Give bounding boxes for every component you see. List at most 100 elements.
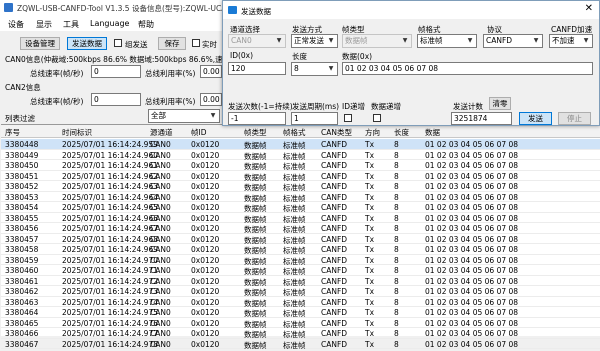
close-icon[interactable]: ✕ <box>585 3 593 14</box>
dialog-title-bar[interactable]: 发送数据 ✕ <box>223 1 599 19</box>
cell-can-type: CANFD <box>321 266 348 275</box>
col-header-index[interactable]: 序号 <box>5 127 20 138</box>
cell-can-type: CANFD <box>321 213 348 223</box>
menu-display[interactable]: 显示 <box>36 19 52 30</box>
table-row[interactable]: 3380459 2025/07/01 16:14:24.970 CAN0 0x0120… <box>1 255 600 266</box>
data-field[interactable]: 01 02 03 04 05 06 07 08 <box>342 62 593 75</box>
cell-frame-id: 0x0120 <box>191 266 220 275</box>
table-row[interactable]: 3380457 2025/07/01 16:14:24.968 CAN0 0x0120… <box>1 234 600 245</box>
menu-language[interactable]: Language <box>90 19 129 28</box>
menu-help[interactable]: 帮助 <box>138 19 154 30</box>
cell-can-type: CANFD <box>321 150 348 160</box>
table-row[interactable]: 3380458 2025/07/01 16:14:24.969 CAN0 0x0120… <box>1 244 600 255</box>
can2-info: CAN2信息 <box>5 83 41 92</box>
length-label: 长度 <box>292 52 307 61</box>
table-row[interactable]: 3380448 2025/07/01 16:14:24.959 CAN0 0x0120… <box>1 139 600 150</box>
table-row[interactable]: 3380455 2025/07/01 16:14:24.966 CAN0 0x0120… <box>1 213 600 224</box>
cell-direction: Tx <box>365 276 375 286</box>
table-row[interactable]: 3380464 2025/07/01 16:14:24.975 CAN0 0x0120… <box>1 307 600 318</box>
col-header-direction[interactable]: 方向 <box>365 127 380 138</box>
col-header-frame-format[interactable]: 帧格式 <box>283 127 306 138</box>
data-increment-checkbox[interactable] <box>373 114 381 122</box>
realtime-checkbox[interactable] <box>192 39 200 47</box>
filter-select[interactable]: 全部 ▼ <box>148 109 220 123</box>
cell-index: 3380465 <box>5 318 39 328</box>
id-field[interactable]: 120 <box>228 62 286 75</box>
protocol-select-value: CANFD <box>486 36 513 45</box>
cell-can-type: CANFD <box>321 308 348 317</box>
cell-time: 2025/07/01 16:14:24.970 <box>62 255 158 265</box>
col-header-data[interactable]: 数据 <box>425 127 440 138</box>
table-row[interactable]: 3380452 2025/07/01 16:14:24.963 CAN0 0x0120… <box>1 181 600 192</box>
cell-data: 01 02 03 04 05 06 07 08 <box>425 318 519 328</box>
table-row[interactable]: 3380449 2025/07/01 16:14:24.960 CAN0 0x0120… <box>1 150 600 161</box>
cell-index: 3380450 <box>5 161 39 170</box>
table-row[interactable]: 3380453 2025/07/01 16:14:24.964 CAN0 0x0120… <box>1 192 600 203</box>
cell-length: 8 <box>394 266 399 275</box>
send-count-field[interactable]: -1 <box>228 112 286 125</box>
protocol-select[interactable]: CANFD ▼ <box>483 34 543 48</box>
cell-channel: CAN0 <box>150 140 171 149</box>
col-header-frame-id[interactable]: 帧ID <box>191 127 207 138</box>
period-field[interactable]: 1 <box>291 112 338 125</box>
send-data-button[interactable]: 发送数据 <box>67 37 107 50</box>
table-row[interactable]: 3380451 2025/07/01 16:14:24.962 CAN0 0x0120… <box>1 171 600 182</box>
cell-channel: CAN0 <box>150 224 171 233</box>
cell-data: 01 02 03 04 05 06 07 08 <box>425 192 519 202</box>
send-button[interactable]: 发送 <box>519 112 552 125</box>
cell-data: 01 02 03 04 05 06 07 08 <box>425 182 519 191</box>
channel-select[interactable]: CAN0 ▼ <box>228 34 286 48</box>
cell-frame-id: 0x0120 <box>191 224 220 233</box>
clear-counter-button[interactable]: 清零 <box>489 97 511 110</box>
cell-length: 8 <box>394 213 399 223</box>
cell-length: 8 <box>394 245 399 254</box>
table-row[interactable]: 3380454 2025/07/01 16:14:24.965 CAN0 0x0120… <box>1 202 600 213</box>
table-row[interactable]: 3380466 2025/07/01 16:14:24.977 CAN0 0x0120… <box>1 328 600 339</box>
save-button[interactable]: 保存 <box>158 37 186 50</box>
cell-frame-id: 0x0120 <box>191 287 220 296</box>
message-table[interactable]: 序号 时间标识 源通道 帧ID 帧类型 帧格式 CAN类型 方向 长度 数据 3… <box>1 124 600 350</box>
col-header-length[interactable]: 长度 <box>394 127 409 138</box>
col-header-time[interactable]: 时间标识 <box>62 127 92 138</box>
col-header-can-type[interactable]: CAN类型 <box>321 127 352 138</box>
table-row[interactable]: 3380467 2025/07/01 16:14:24.978 CAN0 0x0120… <box>1 339 600 350</box>
cell-data: 01 02 03 04 05 06 07 08 <box>425 224 519 233</box>
table-row[interactable]: 3380461 2025/07/01 16:14:24.972 CAN0 0x0120… <box>1 276 600 287</box>
group-send-checkbox[interactable] <box>114 39 122 47</box>
table-row[interactable]: 3380460 2025/07/01 16:14:24.971 CAN0 0x0120… <box>1 265 600 276</box>
frame-type-select[interactable]: 数据帧 ▼ <box>342 34 412 48</box>
col-header-frame-type[interactable]: 帧类型 <box>244 127 267 138</box>
cell-length: 8 <box>394 297 399 307</box>
device-manage-button[interactable]: 设备管理 <box>20 37 60 50</box>
length-select[interactable]: 8 ▼ <box>291 62 338 76</box>
chevron-down-icon: ▼ <box>467 37 473 44</box>
cell-channel: CAN0 <box>150 255 171 265</box>
cell-index: 3380456 <box>5 224 39 233</box>
cell-channel: CAN0 <box>150 245 171 254</box>
menu-tools[interactable]: 工具 <box>63 19 79 30</box>
table-row[interactable]: 3380456 2025/07/01 16:14:24.967 CAN0 0x0120… <box>1 223 600 234</box>
frame-format-select[interactable]: 标准帧 ▼ <box>417 34 477 48</box>
cell-direction: Tx <box>365 255 375 265</box>
id-increment-checkbox[interactable] <box>344 114 352 122</box>
col-header-channel[interactable]: 源通道 <box>150 127 173 138</box>
send-mode-select[interactable]: 正常发送 ▼ <box>291 34 338 48</box>
table-row[interactable]: 3380463 2025/07/01 16:14:24.974 CAN0 0x0120… <box>1 297 600 308</box>
cell-frame-id: 0x0120 <box>191 140 220 149</box>
menu-device[interactable]: 设备 <box>8 19 24 30</box>
dialog-icon <box>228 6 237 14</box>
table-row[interactable]: 3380450 2025/07/01 16:14:24.961 CAN0 0x0120… <box>1 160 600 171</box>
cell-can-type: CANFD <box>321 161 348 170</box>
filter-select-value: 全部 <box>151 111 166 120</box>
send-count-label: 发送次数(-1=持续) <box>228 102 293 111</box>
period-label: 发送周期(ms) <box>292 102 340 111</box>
stop-button[interactable]: 停止 <box>558 112 591 125</box>
table-row[interactable]: 3380462 2025/07/01 16:14:24.973 CAN0 0x0120… <box>1 286 600 297</box>
frame-type-select-value: 数据帧 <box>345 36 368 45</box>
cell-data: 01 02 03 04 05 06 07 08 <box>425 140 519 149</box>
canfd-accel-select[interactable]: 不加速 ▼ <box>549 34 593 48</box>
app-icon <box>4 3 13 12</box>
table-row[interactable]: 3380465 2025/07/01 16:14:24.976 CAN0 0x0120… <box>1 318 600 329</box>
cell-index: 3380462 <box>5 287 39 296</box>
cell-can-type: CANFD <box>321 276 348 286</box>
